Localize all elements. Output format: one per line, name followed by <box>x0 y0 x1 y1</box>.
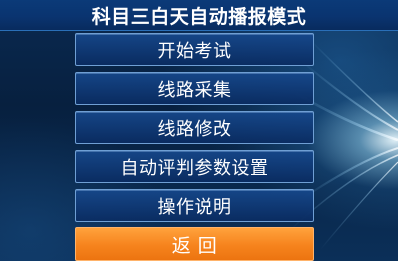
auto-judge-settings-label: 自动评判参数设置 <box>120 157 269 179</box>
route-edit-button[interactable]: 线路修改 <box>75 111 314 144</box>
title-bar: 科目三白天自动播报模式 <box>0 0 398 31</box>
back-button[interactable]: 返 回 <box>75 227 314 261</box>
auto-judge-settings-button[interactable]: 自动评判参数设置 <box>75 150 314 183</box>
instructions-label: 操作说明 <box>157 196 232 218</box>
route-collection-button[interactable]: 线路采集 <box>75 72 314 105</box>
instructions-button[interactable]: 操作说明 <box>75 189 314 222</box>
app-screen: 科目三白天自动播报模式 开始考试 线路采集 线路修改 自动评判参数设置 操作说明… <box>0 0 398 261</box>
page-title: 科目三白天自动播报模式 <box>91 5 307 28</box>
back-label: 返 回 <box>171 234 218 257</box>
route-edit-label: 线路修改 <box>157 118 232 140</box>
start-exam-label: 开始考试 <box>157 40 232 62</box>
route-collection-label: 线路采集 <box>157 79 232 101</box>
start-exam-button[interactable]: 开始考试 <box>75 33 314 66</box>
